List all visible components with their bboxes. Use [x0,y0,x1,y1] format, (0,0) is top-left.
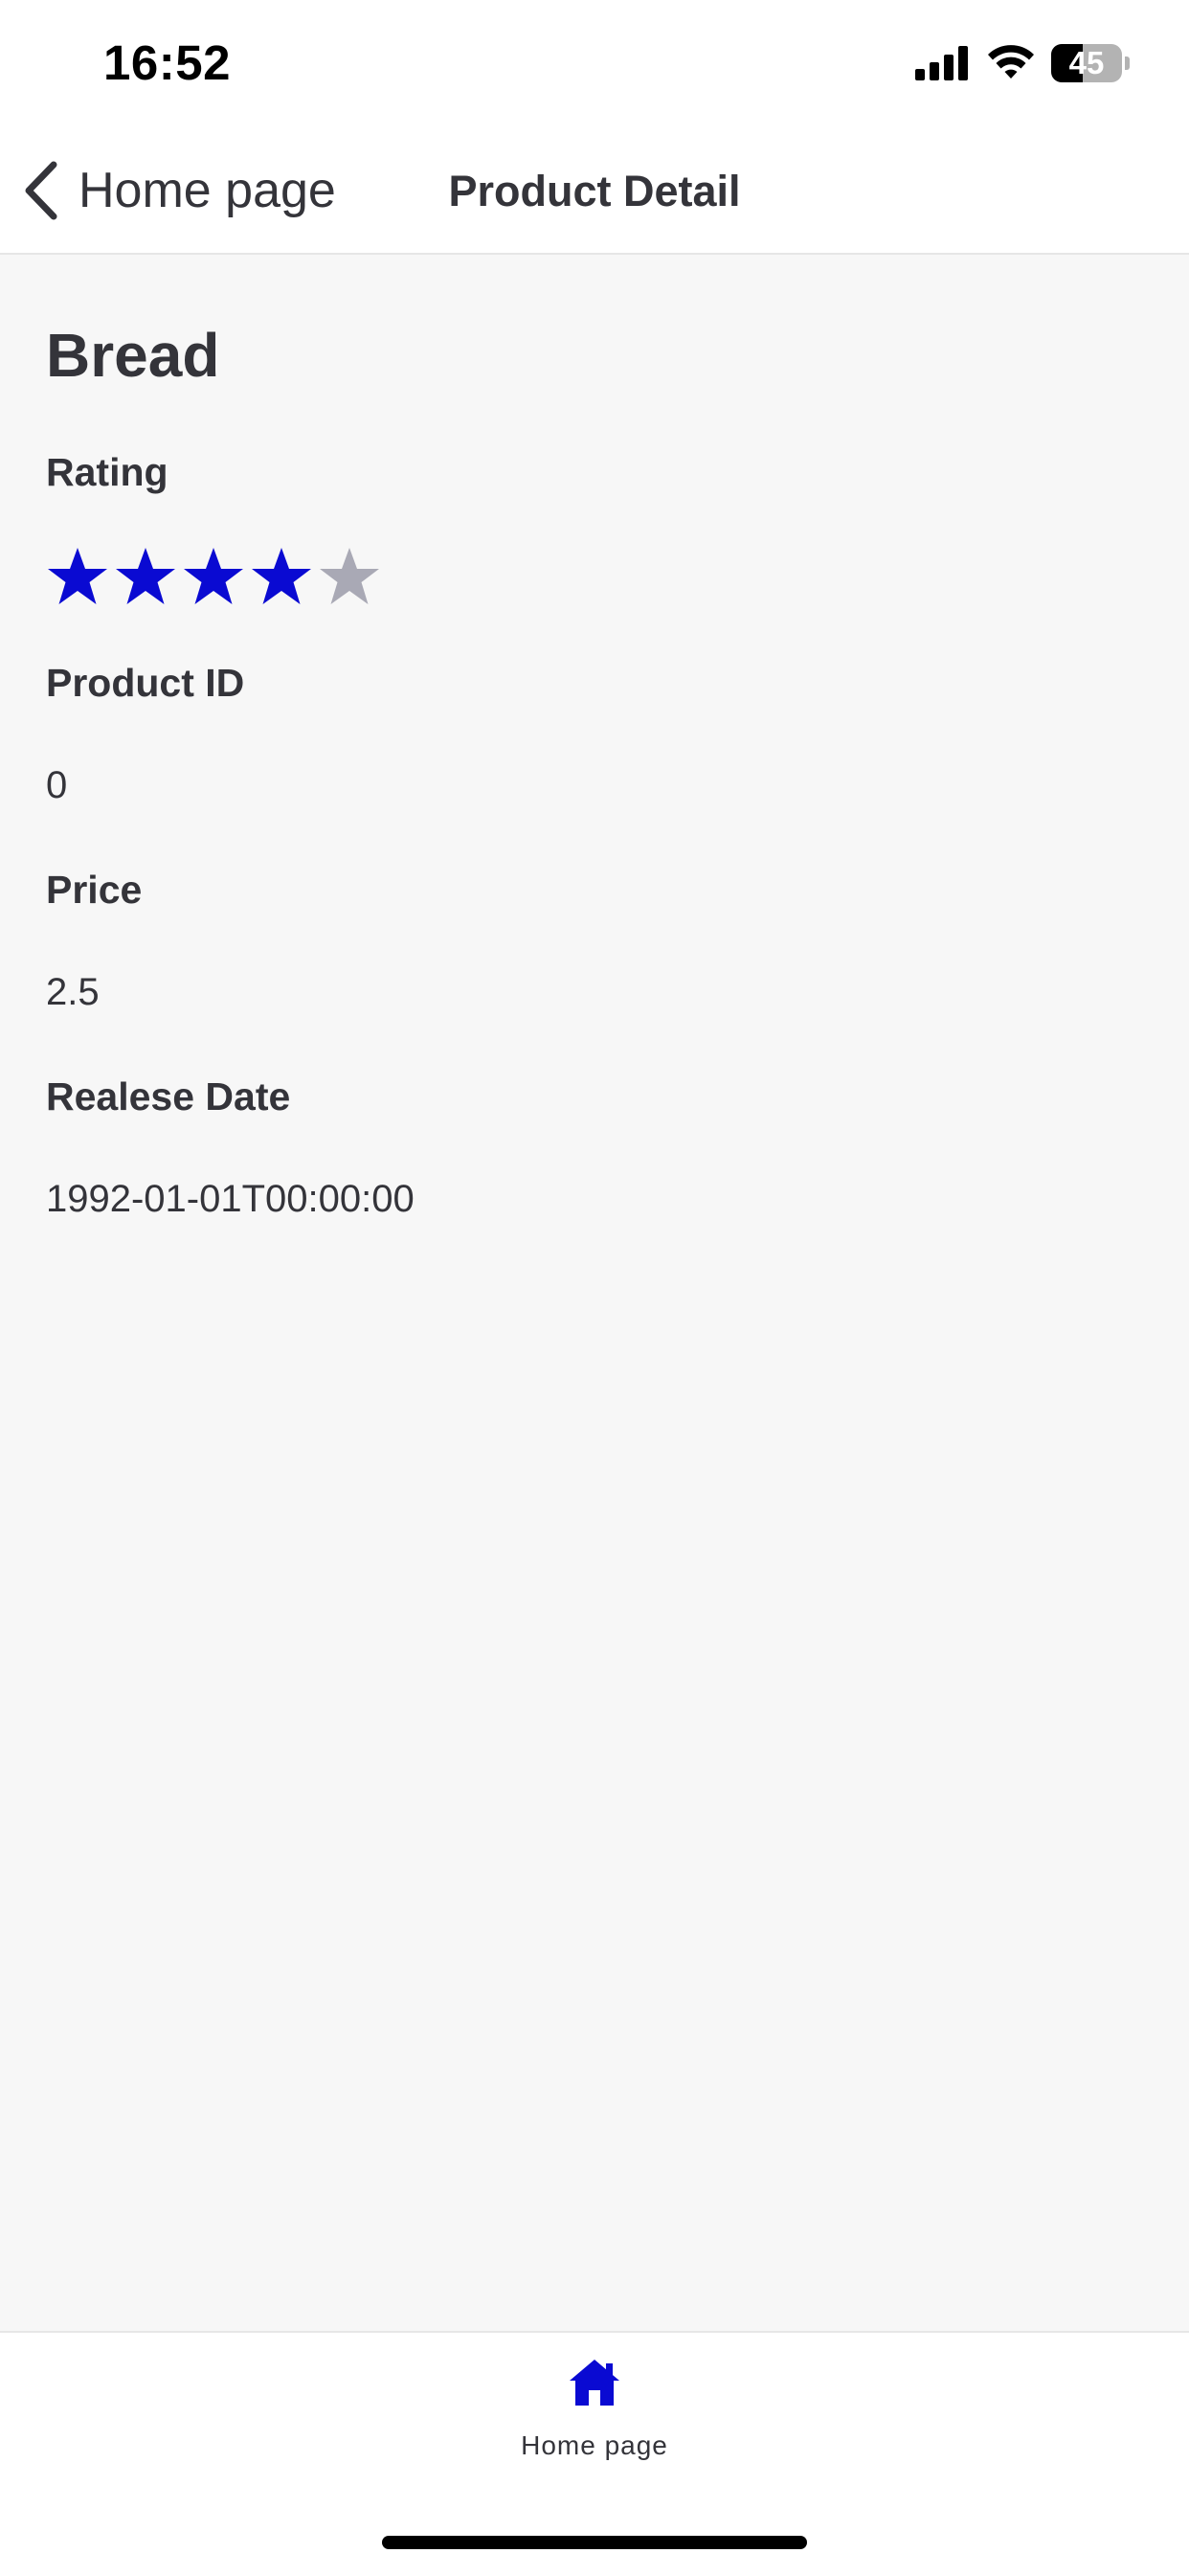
price-value: 2.5 [46,971,100,1013]
wifi-icon [988,45,1034,79]
star-filled-icon [116,548,175,604]
page-title: Product Detail [448,167,741,215]
release-date-value: 1992-01-01T00:00:00 [46,1178,415,1220]
product-name: Bread [46,321,220,390]
price-label: Price [46,868,143,912]
star-filled-icon [48,548,107,604]
home-indicator [382,2536,807,2549]
battery-icon: 45 [1051,44,1130,82]
tab-home[interactable]: Home page [480,2358,709,2482]
rating-label: Rating [46,450,168,494]
navigation-header: Home page Product Detail [0,128,1189,255]
star-filled-icon [184,548,243,604]
status-time: 16:52 [103,35,231,90]
product-id-value: 0 [46,764,68,806]
battery-percentage: 45 [1068,45,1105,80]
cellular-signal-icon [915,46,968,80]
star-empty-icon [320,548,379,604]
home-icon [570,2360,619,2406]
rating-stars [46,546,386,607]
release-date-label: Realese Date [46,1074,291,1119]
product-id-label: Product ID [46,661,245,705]
battery-body: 45 [1051,44,1122,82]
tab-home-label: Home page [521,2430,668,2460]
star-filled-icon [252,548,311,604]
status-bar: 16:52 45 [0,0,1189,128]
battery-cap [1125,56,1130,70]
